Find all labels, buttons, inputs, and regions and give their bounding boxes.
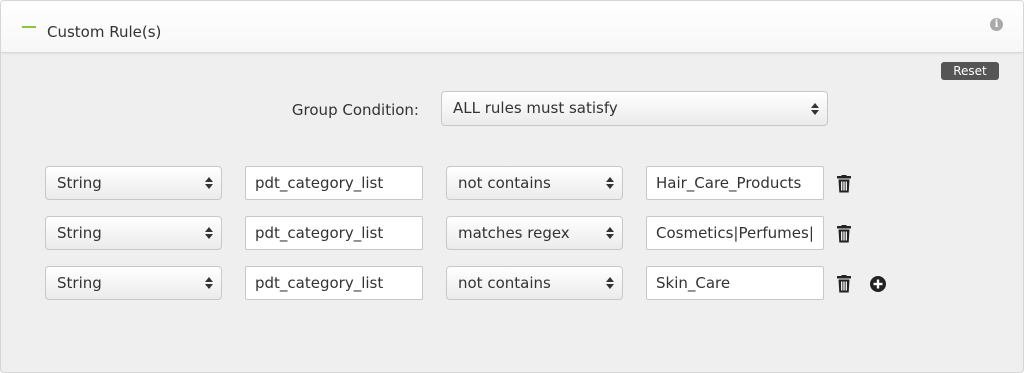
rule-field-value: pdt_category_list xyxy=(255,224,384,242)
collapse-dash-icon[interactable] xyxy=(22,26,36,28)
select-arrows-icon xyxy=(205,277,213,289)
rule-field-input[interactable]: pdt_category_list xyxy=(245,166,423,200)
group-condition-label: Group Condition: xyxy=(291,101,419,119)
rule-type-select[interactable]: String xyxy=(45,166,222,200)
custom-rules-panel: Custom Rule(s) i Reset Group Condition: … xyxy=(0,0,1024,373)
rule-operator-value: not contains xyxy=(458,274,551,292)
rule-operator-select[interactable]: not contains xyxy=(446,166,623,200)
rule-type-value: String xyxy=(57,274,102,292)
rule-operator-select[interactable]: not contains xyxy=(446,266,623,300)
select-arrows-icon xyxy=(606,227,614,239)
select-arrows-icon xyxy=(811,102,819,115)
rule-value-text: Hair_Care_Products xyxy=(656,174,802,192)
group-condition-value: ALL rules must satisfy xyxy=(453,99,618,117)
trash-icon[interactable] xyxy=(836,275,852,293)
rule-field-input[interactable]: pdt_category_list xyxy=(245,266,423,300)
rule-type-value: String xyxy=(57,174,102,192)
select-arrows-icon xyxy=(205,227,213,239)
panel-title: Custom Rule(s) xyxy=(47,23,162,41)
select-arrows-icon xyxy=(606,277,614,289)
rule-field-value: pdt_category_list xyxy=(255,174,384,192)
group-condition-select[interactable]: ALL rules must satisfy xyxy=(441,91,828,126)
info-icon[interactable]: i xyxy=(990,18,1003,31)
rule-value-text: Cosmetics|Perfumes| xyxy=(656,224,814,242)
rule-operator-select[interactable]: matches regex xyxy=(446,216,623,250)
select-arrows-icon xyxy=(205,177,213,189)
rule-value-input[interactable]: Skin_Care xyxy=(646,266,824,300)
panel-header: Custom Rule(s) i xyxy=(1,1,1023,53)
rule-type-value: String xyxy=(57,224,102,242)
rule-field-input[interactable]: pdt_category_list xyxy=(245,216,423,250)
rule-operator-value: not contains xyxy=(458,174,551,192)
rule-value-input[interactable]: Cosmetics|Perfumes| xyxy=(646,216,824,250)
select-arrows-icon xyxy=(606,177,614,189)
rule-field-value: pdt_category_list xyxy=(255,274,384,292)
trash-icon[interactable] xyxy=(836,175,852,193)
reset-button[interactable]: Reset xyxy=(941,62,999,80)
rule-type-select[interactable]: String xyxy=(45,266,222,300)
plus-circle-icon[interactable] xyxy=(870,276,886,292)
rule-value-text: Skin_Care xyxy=(656,274,731,292)
rule-value-input[interactable]: Hair_Care_Products xyxy=(646,166,824,200)
rule-type-select[interactable]: String xyxy=(45,216,222,250)
rule-operator-value: matches regex xyxy=(458,224,570,242)
trash-icon[interactable] xyxy=(836,225,852,243)
